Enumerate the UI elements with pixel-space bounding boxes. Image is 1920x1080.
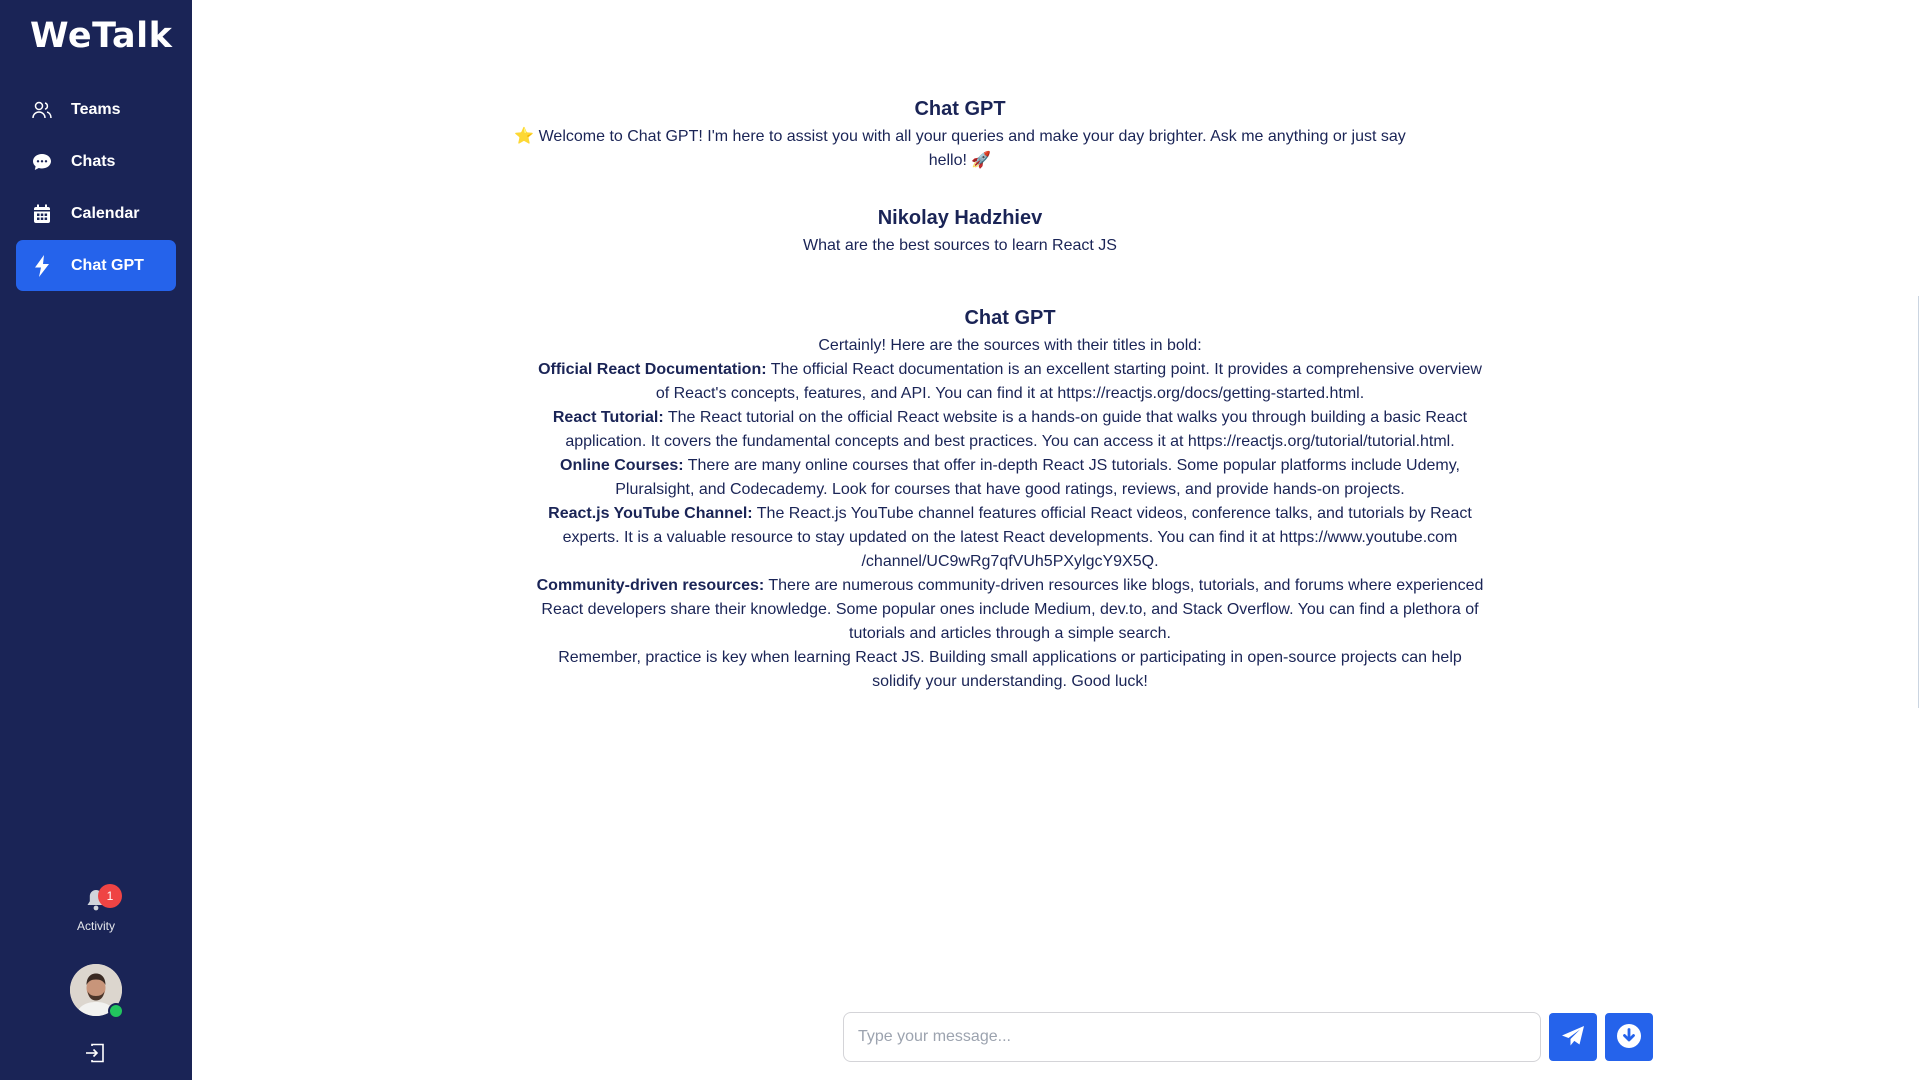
message: Chat GPT Certainly! Here are the sources… <box>510 307 1510 694</box>
message-closing: Remember, practice is key when learning … <box>558 649 1462 666</box>
message-text: What are the best sources to learn React… <box>803 237 1117 254</box>
sidebar-item-calendar[interactable]: Calendar <box>16 188 176 239</box>
users-icon <box>31 99 53 121</box>
sidebar-item-label: Calendar <box>71 204 140 222</box>
bolt-icon <box>31 254 53 277</box>
bell-icon: 1 <box>83 884 122 912</box>
source-item: Online Courses: There are many online co… <box>510 454 1510 502</box>
source-title: Online Courses: <box>560 457 684 474</box>
message-intro: Certainly! Here are the sources with the… <box>818 337 1202 354</box>
source-text: tutorials and articles through a simple … <box>849 625 1171 642</box>
activity-button[interactable]: 1 Activity <box>0 884 192 933</box>
chat-area: Chat GPT ⭐ Welcome to Chat GPT! I'm here… <box>192 0 1920 1080</box>
source-text: The React.js YouTube channel features of… <box>756 505 1472 522</box>
message-sender: Chat GPT <box>964 307 1056 329</box>
download-icon <box>1616 1023 1642 1052</box>
sidebar-item-teams[interactable]: Teams <box>16 84 176 135</box>
message-sender: Nikolay Hadzhiev <box>877 207 1043 229</box>
sidebar-nav: Teams Chats Calendar Chat GPT <box>16 84 176 292</box>
sidebar-item-chat-gpt[interactable]: Chat GPT <box>16 240 176 291</box>
source-title: React Tutorial: <box>552 409 664 426</box>
notification-badge: 1 <box>98 884 122 908</box>
sidebar: WeTalk Teams Chats Calendar Chat GPT 1 A… <box>0 0 192 1080</box>
source-text: experts. It is a valuable resource to st… <box>562 529 1458 546</box>
source-text: There are numerous community-driven reso… <box>768 577 1484 594</box>
source-title: React.js YouTube Channel: <box>548 505 753 522</box>
source-text: application. It covers the fundamental c… <box>565 433 1455 450</box>
message-body: Certainly! Here are the sources with the… <box>510 334 1510 694</box>
chat-bubble-icon <box>31 151 53 173</box>
source-text: Pluralsight, and Codecademy. Look for co… <box>615 481 1405 498</box>
message: Nikolay Hadzhiev What are the best sourc… <box>710 207 1210 258</box>
message-sender: Chat GPT <box>914 98 1006 120</box>
send-button[interactable] <box>1549 1013 1597 1061</box>
logout-icon[interactable] <box>84 1042 106 1064</box>
online-status-dot <box>108 1003 124 1019</box>
scrollbar-track <box>1918 296 1919 708</box>
message-text: ⭐ Welcome to Chat GPT! I'm here to assis… <box>514 128 1406 169</box>
source-item: Community-driven resources: There are nu… <box>510 574 1510 646</box>
sidebar-item-label: Chat GPT <box>71 256 144 274</box>
source-text: The React tutorial on the official React… <box>667 409 1468 426</box>
source-item: React Tutorial: The React tutorial on th… <box>510 406 1510 454</box>
sidebar-item-chats[interactable]: Chats <box>16 136 176 187</box>
source-title: Community-driven resources: <box>536 577 765 594</box>
activity-label: Activity <box>76 919 115 933</box>
source-title: Official React Documentation: <box>538 361 767 378</box>
app-logo: WeTalk <box>30 16 173 56</box>
source-text: The official React documentation is an e… <box>770 361 1482 378</box>
download-button[interactable] <box>1605 1013 1653 1061</box>
source-text: React developers share their knowledge. … <box>541 601 1479 618</box>
message-closing: solidify your understanding. Good luck! <box>872 673 1148 690</box>
calendar-icon <box>31 203 53 225</box>
sidebar-item-label: Teams <box>71 100 121 118</box>
send-icon <box>1561 1025 1585 1050</box>
source-item: Official React Documentation: The offici… <box>510 358 1510 406</box>
message-input[interactable] <box>843 1012 1541 1062</box>
source-text: /channel/UC9wRg7qfVUh5PXylgcY9X5Q. <box>861 553 1159 570</box>
source-text: There are many online courses that offer… <box>687 457 1460 474</box>
message: Chat GPT ⭐ Welcome to Chat GPT! I'm here… <box>510 98 1410 173</box>
source-item: React.js YouTube Channel: The React.js Y… <box>510 502 1510 574</box>
sidebar-item-label: Chats <box>71 152 116 170</box>
source-text: of React's concepts, features, and API. … <box>655 385 1365 402</box>
